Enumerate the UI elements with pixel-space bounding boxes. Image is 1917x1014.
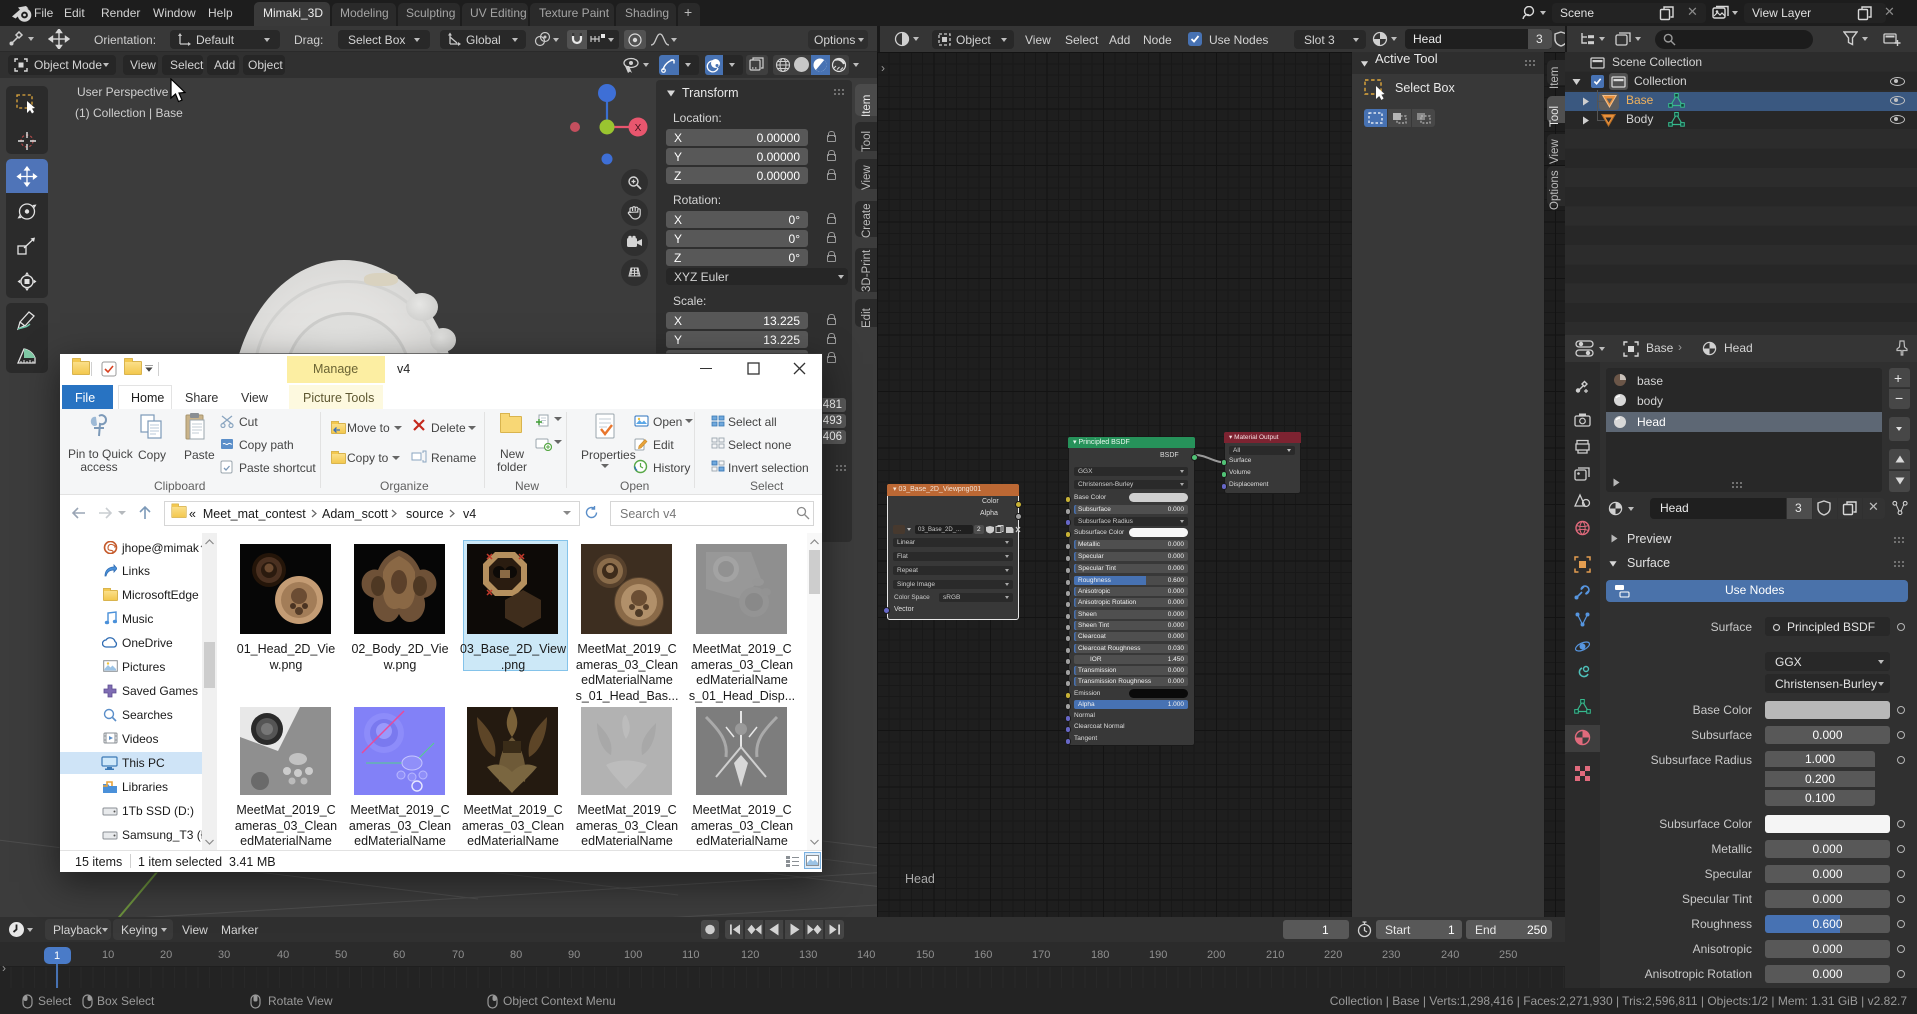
svg-text:X: X: [635, 123, 642, 134]
